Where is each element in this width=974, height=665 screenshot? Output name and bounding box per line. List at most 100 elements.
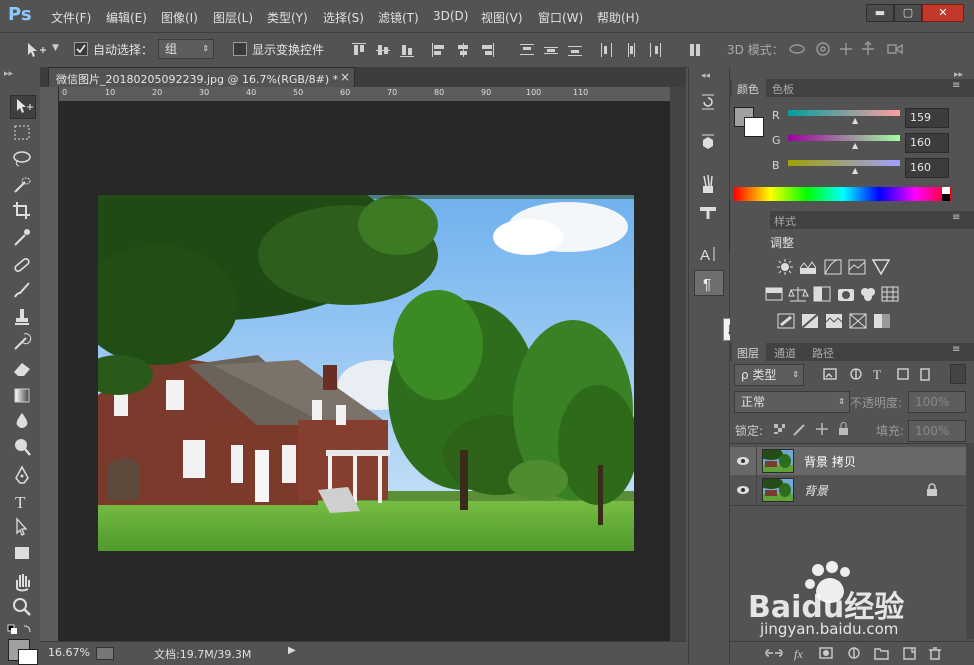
vertical-scrollbar[interactable] — [670, 87, 686, 641]
3d-panel-icon[interactable] — [694, 130, 722, 154]
ramp-white-swatch[interactable] — [942, 187, 950, 194]
channel-r-slider[interactable] — [788, 110, 900, 116]
healing-brush-tool-icon[interactable] — [10, 254, 34, 276]
auto-align-icon[interactable] — [688, 43, 702, 57]
slider-thumb-icon[interactable]: ▲ — [852, 141, 858, 150]
path-selection-tool-icon[interactable] — [10, 516, 34, 538]
marquee-tool-icon[interactable] — [10, 122, 34, 144]
lock-icons[interactable] — [772, 421, 852, 437]
menu-type[interactable]: 类型(Y) — [267, 9, 308, 26]
layers-scrollbar[interactable] — [966, 443, 974, 639]
blend-mode-dropdown[interactable]: 正常 ⇕ — [734, 391, 850, 413]
gradient-tool-icon[interactable] — [10, 384, 34, 406]
type-tool-icon[interactable]: T — [10, 490, 34, 512]
document-tab-close-icon[interactable]: × — [340, 70, 350, 84]
distribute-hcenter-icon[interactable] — [624, 43, 638, 57]
crop-tool-icon[interactable] — [10, 200, 34, 222]
minimize-button[interactable]: ▬ — [866, 4, 894, 22]
tab-color[interactable]: 颜色 — [732, 79, 766, 97]
zoom-tool-icon[interactable] — [10, 596, 34, 618]
menu-3d[interactable]: 3D(D) — [433, 9, 468, 23]
3d-rotate-icon[interactable] — [802, 41, 818, 57]
tab-paths[interactable]: 路径 — [812, 345, 834, 361]
move-tool-preset-icon[interactable] — [26, 42, 48, 58]
paragraph-panel-icon[interactable]: ¶ — [694, 270, 724, 296]
status-menu-arrow-icon[interactable]: ▶ — [288, 645, 296, 656]
channel-g-slider[interactable] — [788, 135, 900, 141]
menu-filter[interactable]: 滤镜(T) — [378, 9, 419, 26]
pen-tool-icon[interactable] — [10, 464, 34, 486]
layer-filter-icons[interactable]: T — [822, 366, 942, 382]
distribute-right-icon[interactable] — [648, 43, 662, 57]
move-tool-icon[interactable] — [10, 95, 36, 119]
dock-expand-icon[interactable]: ◂◂ — [701, 71, 710, 81]
close-button[interactable]: ✕ — [922, 4, 964, 22]
panel-menu-icon[interactable]: ≡ — [952, 344, 960, 355]
menu-view[interactable]: 视图(V) — [481, 9, 523, 26]
align-hcenter-icon[interactable] — [456, 43, 470, 57]
layer-row[interactable]: 背景 — [730, 476, 966, 504]
ramp-black-swatch[interactable] — [942, 194, 950, 201]
panel-menu-icon[interactable]: ≡ — [952, 80, 960, 91]
tab-styles[interactable]: 样式 — [774, 213, 796, 229]
channel-b-value[interactable]: 160 — [905, 158, 949, 178]
layer-row[interactable]: 背景 拷贝 — [730, 447, 966, 475]
layers-footer-icons[interactable]: fx — [764, 645, 964, 661]
channel-r-value[interactable]: 159 — [905, 108, 949, 128]
tab-channels[interactable]: 通道 — [774, 345, 796, 361]
zoom-level[interactable]: 16.67% — [48, 646, 90, 659]
lasso-tool-icon[interactable] — [10, 148, 34, 170]
document-tab[interactable]: 微信图片_20180205092239.jpg @ 16.7%(RGB/8#) … — [48, 67, 355, 88]
menu-edit[interactable]: 编辑(E) — [106, 9, 147, 26]
maximize-button[interactable]: ▢ — [894, 4, 922, 22]
opacity-input[interactable]: 100% — [908, 391, 966, 413]
show-transform-checkbox[interactable] — [233, 42, 247, 56]
default-colors-icon[interactable] — [6, 624, 34, 636]
slider-thumb-icon[interactable]: ▲ — [852, 116, 858, 125]
eye-icon[interactable] — [736, 484, 750, 494]
align-right-icon[interactable] — [480, 43, 494, 57]
panel-collapse-icon[interactable]: ▸▸ — [4, 69, 13, 79]
menu-help[interactable]: 帮助(H) — [597, 9, 639, 26]
channel-g-value[interactable]: 160 — [905, 133, 949, 153]
dodge-tool-icon[interactable] — [10, 436, 34, 458]
quick-selection-tool-icon[interactable] — [10, 174, 34, 196]
align-vcenter-icon[interactable] — [376, 43, 390, 57]
auto-select-dropdown[interactable]: 组 ⇕ — [158, 39, 214, 59]
chevron-down-icon[interactable]: ▼ — [52, 43, 59, 53]
layer-filter-dropdown[interactable]: ρ 类型 ⇕ — [734, 364, 804, 386]
color-ramp[interactable] — [734, 187, 952, 201]
channel-b-slider[interactable] — [788, 160, 900, 166]
menu-window[interactable]: 窗口(W) — [538, 9, 583, 26]
auto-select-checkbox[interactable] — [74, 42, 88, 56]
eyedropper-tool-icon[interactable] — [10, 226, 34, 248]
menu-file[interactable]: 文件(F) — [51, 9, 91, 26]
history-brush-tool-icon[interactable] — [10, 331, 34, 353]
menu-select[interactable]: 选择(S) — [323, 9, 364, 26]
blur-tool-icon[interactable] — [10, 410, 34, 432]
panel-menu-icon[interactable]: ≡ — [952, 212, 960, 223]
color-background-swatch[interactable] — [744, 117, 764, 137]
hand-tool-icon[interactable] — [10, 570, 34, 592]
eye-icon[interactable] — [736, 455, 750, 465]
distribute-top-icon[interactable] — [520, 43, 534, 57]
distribute-left-icon[interactable] — [600, 43, 614, 57]
brush-tool-icon[interactable] — [10, 279, 34, 301]
document-image[interactable] — [98, 195, 634, 551]
character-panel-icon[interactable]: A — [694, 242, 722, 266]
distribute-vcenter-icon[interactable] — [544, 43, 558, 57]
menu-layer[interactable]: 图层(L) — [213, 9, 253, 26]
clone-stamp-tool-icon[interactable] — [10, 305, 34, 327]
brush-presets-icon[interactable] — [694, 172, 722, 196]
export-icon[interactable] — [96, 647, 114, 660]
align-bottom-icon[interactable] — [400, 43, 414, 57]
align-top-icon[interactable] — [352, 43, 366, 57]
layer-name[interactable]: 背景 拷贝 — [804, 453, 856, 470]
rectangle-tool-icon[interactable] — [10, 542, 34, 564]
background-color-swatch[interactable] — [18, 649, 38, 665]
tab-swatches[interactable]: 色板 — [772, 81, 794, 97]
align-left-icon[interactable] — [432, 43, 446, 57]
distribute-bottom-icon[interactable] — [568, 43, 582, 57]
eraser-tool-icon[interactable] — [10, 357, 34, 379]
menu-image[interactable]: 图像(I) — [161, 9, 198, 26]
